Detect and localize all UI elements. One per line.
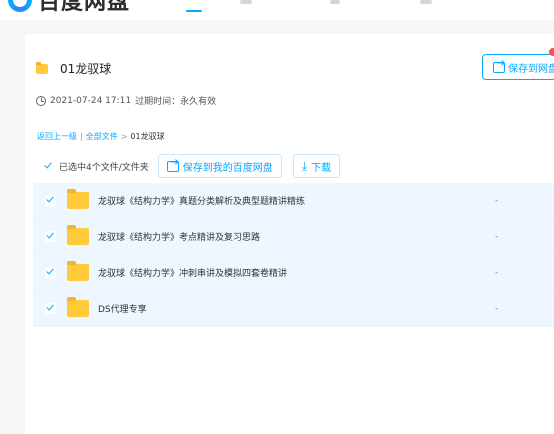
file-list: 龙驭球《结构力学》真题分类解析及典型题精讲精练 - 龙驭球《结构力学》考点精讲及… <box>33 183 554 327</box>
breadcrumb-separator: | <box>80 132 83 141</box>
breadcrumb: 返回上一级 | 全部文件 > 01龙驭球 <box>37 131 165 142</box>
folder-icon <box>67 261 89 281</box>
file-size: - <box>495 303 499 314</box>
file-name[interactable]: DS代理专享 <box>98 302 147 315</box>
breadcrumb-all-files-link[interactable]: 全部文件 <box>86 131 118 142</box>
save-button-label: 保存到网盘 <box>508 63 554 75</box>
logo[interactable]: 百度网盘 <box>8 0 130 16</box>
select-all-checkbox[interactable] <box>43 160 54 172</box>
save-icon <box>493 58 505 73</box>
clock-icon <box>36 95 46 106</box>
folder-icon <box>67 189 89 209</box>
file-size: - <box>495 267 499 278</box>
share-title-row: 01龙驭球 <box>36 60 111 77</box>
save-to-my-netdisk-button[interactable]: 保存到我的百度网盘 <box>157 154 282 178</box>
row-checkbox[interactable] <box>45 195 56 206</box>
nav-item-cropped[interactable] <box>240 0 252 4</box>
file-name[interactable]: 龙驭球《结构力学》冲刺串讲及模拟四套卷精讲 <box>98 266 287 279</box>
nav-item-cropped[interactable] <box>330 0 340 4</box>
row-checkbox[interactable] <box>45 231 56 242</box>
share-panel: 01龙驭球 保存到网盘 2021-07-24 17:11 过期时间：永久有效 返… <box>25 34 554 434</box>
share-title: 01龙驭球 <box>60 62 112 76</box>
breadcrumb-arrow: > <box>120 132 128 141</box>
file-name[interactable]: 龙驭球《结构力学》真题分类解析及典型题精讲精练 <box>98 194 305 207</box>
download-label: 下载 <box>311 162 332 174</box>
file-row[interactable]: 龙驭球《结构力学》考点精讲及复习思路 - <box>33 219 554 255</box>
logo-text: 百度网盘 <box>38 0 131 15</box>
save-icon <box>166 157 179 172</box>
file-row[interactable]: 龙驭球《结构力学》冲刺串讲及模拟四套卷精讲 - <box>33 255 554 291</box>
download-icon: ⤓ <box>301 159 308 173</box>
download-button[interactable]: ⤓ 下载 <box>292 154 341 178</box>
file-toolbar: 已选中4个文件/文件夹 保存到我的百度网盘 ⤓ 下载 <box>43 154 341 178</box>
folder-icon <box>36 61 48 74</box>
save-to-netdisk-button[interactable]: 保存到网盘 <box>482 54 554 80</box>
nav-item-cropped[interactable] <box>420 0 432 4</box>
save-to-my-netdisk-label: 保存到我的百度网盘 <box>182 162 273 174</box>
file-name[interactable]: 龙驭球《结构力学》考点精讲及复习思路 <box>98 230 260 243</box>
breadcrumb-current: 01龙驭球 <box>130 132 165 141</box>
row-checkbox[interactable] <box>45 267 56 278</box>
folder-icon <box>67 297 89 317</box>
breadcrumb-back-link[interactable]: 返回上一级 <box>37 131 77 142</box>
file-row[interactable]: 龙驭球《结构力学》真题分类解析及典型题精讲精练 - <box>33 183 554 219</box>
baidu-cloud-logo-icon <box>8 0 32 12</box>
share-time-info: 2021-07-24 17:11 过期时间：永久有效 <box>36 94 216 107</box>
notification-dot <box>549 48 554 56</box>
file-size: - <box>495 195 499 206</box>
share-datetime: 2021-07-24 17:11 <box>50 95 132 106</box>
active-nav-indicator <box>186 10 202 12</box>
file-row[interactable]: DS代理专享 - <box>33 291 554 327</box>
folder-icon <box>67 225 89 245</box>
file-size: - <box>495 231 499 242</box>
expire-info: 过期时间：永久有效 <box>135 97 217 107</box>
selection-count: 已选中4个文件/文件夹 <box>59 162 149 173</box>
row-checkbox[interactable] <box>45 303 56 314</box>
top-header: 百度网盘 <box>0 0 554 20</box>
